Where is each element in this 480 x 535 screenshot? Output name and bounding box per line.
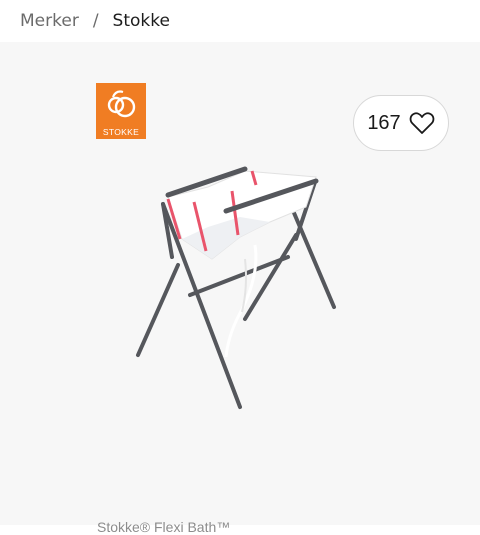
like-button[interactable]: 167 <box>353 95 449 151</box>
brand-logo: STOKKE <box>96 83 146 139</box>
stokke-logo-icon <box>107 90 136 118</box>
product-image-area[interactable]: STOKKE 167 Stokke® Flexi Bath™ <box>0 42 480 535</box>
breadcrumb-current-stokke[interactable]: Stokke <box>113 11 170 31</box>
bath-stand-image <box>136 166 336 409</box>
heart-outline-icon <box>409 112 434 134</box>
breadcrumb: Merker / Stokke <box>0 0 480 42</box>
like-count: 167 <box>367 111 401 134</box>
breadcrumb-separator: / <box>92 11 99 31</box>
brand-logo-text: STOKKE <box>102 127 140 137</box>
breadcrumb-link-merker[interactable]: Merker <box>20 11 79 31</box>
